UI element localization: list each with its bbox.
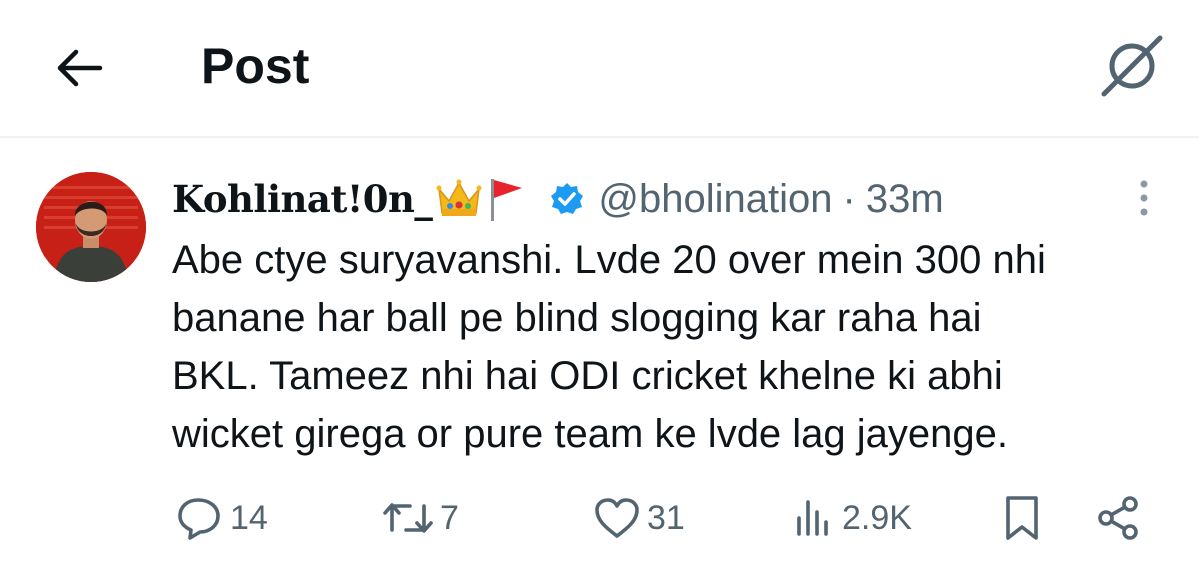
tweet-text-line: banane har ball pe blind slogging kar ra… — [172, 296, 982, 340]
tweet-text: Abe ctye suryavanshi. Lvde 20 over mein … — [172, 231, 1172, 463]
avatar-photo — [36, 172, 146, 282]
grok-icon — [1101, 35, 1163, 97]
like-button[interactable]: 31 — [593, 488, 685, 548]
crown-icon — [436, 179, 482, 219]
separator-dot: · — [842, 176, 856, 221]
red-flag-icon — [486, 176, 526, 222]
grok-button[interactable] — [1096, 30, 1168, 102]
like-count: 31 — [647, 498, 685, 537]
bar-chart-icon — [797, 500, 828, 536]
reply-button[interactable]: 14 — [176, 488, 268, 548]
user-handle[interactable]: @bholination — [598, 177, 832, 222]
arrow-left-icon — [57, 49, 103, 87]
repost-icon — [383, 503, 433, 533]
share-button[interactable] — [1094, 488, 1142, 548]
top-bar: Post — [0, 0, 1199, 138]
timestamp[interactable]: 33m — [866, 177, 944, 222]
more-vertical-icon — [1140, 180, 1148, 216]
reply-count: 14 — [230, 498, 268, 537]
page-title: Post — [201, 38, 310, 94]
bookmark-icon — [1006, 496, 1038, 540]
avatar[interactable] — [36, 172, 146, 282]
tweet-text-line: Abe ctye suryavanshi. Lvde 20 over mein … — [172, 238, 1046, 282]
verified-badge-icon[interactable] — [550, 182, 584, 216]
views-button[interactable]: 2.9K — [794, 488, 912, 548]
repost-count: 7 — [440, 498, 459, 537]
heart-icon — [595, 498, 639, 538]
display-name[interactable]: Kohlinat!0n_ — [172, 177, 433, 221]
tweet-text-line: wicket girega or pure team ke lvde lag j… — [172, 412, 1009, 456]
share-icon — [1098, 496, 1138, 540]
author-row: Kohlinat!0n_ @bholination · 33m — [172, 172, 944, 226]
view-count: 2.9K — [842, 498, 912, 537]
tweet-text-line: BKL. Tameez nhi hai ODI cricket khelne k… — [172, 354, 1003, 398]
back-button[interactable] — [50, 40, 106, 96]
action-bar: 14 7 31 2.9K — [0, 488, 1199, 548]
more-options-button[interactable] — [1124, 176, 1164, 220]
bookmark-button[interactable] — [1000, 488, 1044, 548]
repost-button[interactable]: 7 — [382, 488, 459, 548]
reply-icon — [178, 498, 220, 540]
